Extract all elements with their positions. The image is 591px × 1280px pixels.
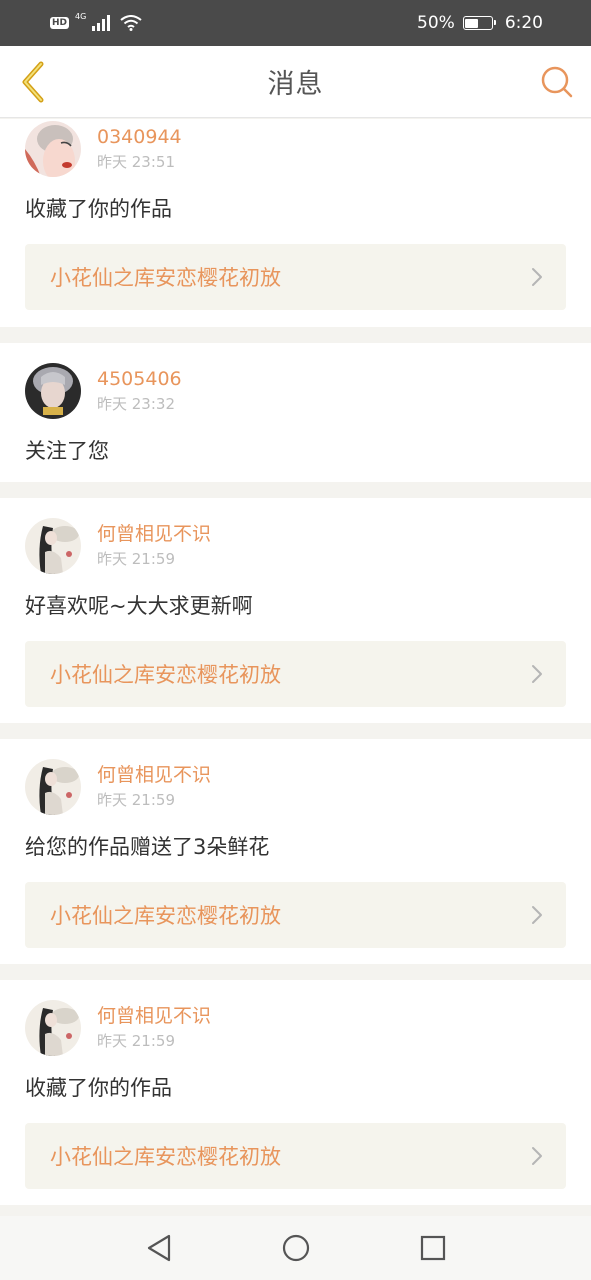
page-title: 消息 [267,69,324,100]
wifi-icon [120,15,142,31]
separator [0,482,591,498]
chevron-left-icon [22,61,44,103]
chevron-right-icon [532,665,542,683]
search-button[interactable] [537,62,577,102]
message-card[interactable]: 4505406 昨天 23:32 关注了您 [0,343,591,482]
battery-percent: 50% [417,13,455,33]
chevron-right-icon [532,268,542,286]
nav-recents-button[interactable] [408,1223,458,1273]
timestamp: 昨天 23:51 [97,153,175,171]
avatar[interactable] [25,363,81,419]
clock: 6:20 [504,13,543,33]
username[interactable]: 4505406 [97,367,182,391]
username[interactable]: 何曾相见不识 [97,522,211,546]
work-link[interactable]: 小花仙之库安恋樱花初放 [25,244,566,310]
nav-back-button[interactable] [134,1223,184,1273]
message-card[interactable]: 何曾相见不识 昨天 21:59 收藏了你的作品 小花仙之库安恋樱花初放 [0,980,591,1205]
avatar-image [25,518,81,574]
user-meta: 4505406 昨天 23:32 [97,367,182,415]
work-title: 小花仙之库安恋樱花初放 [50,1145,281,1169]
avatar-image [25,759,81,815]
message-user: 4505406 昨天 23:32 [25,353,566,429]
avatar-image [25,121,81,177]
battery-level [465,18,478,28]
circle-home-icon [282,1234,309,1262]
user-meta: 0340944 昨天 23:51 [97,125,182,173]
avatar[interactable] [25,518,81,574]
message-list[interactable]: 0340944 昨天 23:51 收藏了你的作品 小花仙之库安恋樱花初放 450… [0,119,591,1216]
timestamp: 昨天 23:32 [97,395,175,413]
user-meta: 何曾相见不识 昨天 21:59 [97,763,211,811]
user-meta: 何曾相见不识 昨天 21:59 [97,522,211,570]
message-user: 何曾相见不识 昨天 21:59 [25,749,566,825]
timestamp: 昨天 21:59 [97,1032,175,1050]
nav-home-button[interactable] [271,1223,321,1273]
header: 消息 [0,46,591,118]
timestamp: 昨天 21:59 [97,791,175,809]
message-card[interactable]: 何曾相见不识 昨天 21:59 给您的作品赠送了3朵鲜花 小花仙之库安恋樱花初放 [0,739,591,964]
signal-icon [92,15,111,31]
avatar-image [25,363,81,419]
username[interactable]: 何曾相见不识 [97,763,211,787]
work-title: 小花仙之库安恋樱花初放 [50,663,281,687]
triangle-back-icon [147,1234,170,1262]
chevron-right-icon [532,906,542,924]
hd-badge: HD [50,17,70,29]
chevron-right-icon [532,1147,542,1165]
system-nav-bar [0,1216,591,1280]
work-link[interactable]: 小花仙之库安恋樱花初放 [25,882,566,948]
status-bar: HD 4G 50% 6:20 [0,0,591,46]
separator [0,964,591,980]
message-user: 何曾相见不识 昨天 21:59 [25,508,566,584]
avatar[interactable] [25,121,81,177]
message-user: 何曾相见不识 昨天 21:59 [25,990,566,1066]
work-link[interactable]: 小花仙之库安恋樱花初放 [25,1123,566,1189]
avatar[interactable] [25,1000,81,1056]
status-right: 50% 6:20 [417,13,543,33]
user-meta: 何曾相见不识 昨天 21:59 [97,1004,211,1052]
username[interactable]: 何曾相见不识 [97,1004,211,1028]
action-text: 关注了您 [25,439,109,463]
avatar[interactable] [25,759,81,815]
message-user: 0340944 昨天 23:51 [25,119,566,187]
action-text: 好喜欢呢~大大求更新啊 [25,594,253,618]
message-card[interactable]: 0340944 昨天 23:51 收藏了你的作品 小花仙之库安恋樱花初放 [0,119,591,327]
action-text: 收藏了你的作品 [25,197,172,221]
action-text: 给您的作品赠送了3朵鲜花 [25,835,270,859]
separator [0,327,591,343]
action-text: 收藏了你的作品 [25,1076,172,1100]
work-title: 小花仙之库安恋樱花初放 [50,266,281,290]
username[interactable]: 0340944 [97,125,182,149]
message-card[interactable]: 何曾相见不识 昨天 21:59 好喜欢呢~大大求更新啊 小花仙之库安恋樱花初放 [0,498,591,723]
work-link[interactable]: 小花仙之库安恋樱花初放 [25,641,566,707]
separator [0,723,591,739]
avatar-image [25,1000,81,1056]
timestamp: 昨天 21:59 [97,550,175,568]
network-type: 4G [75,11,87,21]
square-recents-icon [420,1235,445,1261]
battery-icon [462,16,496,30]
status-left: HD 4G [50,11,142,31]
back-button[interactable] [14,60,54,104]
search-icon [541,66,573,98]
work-title: 小花仙之库安恋樱花初放 [50,904,281,928]
